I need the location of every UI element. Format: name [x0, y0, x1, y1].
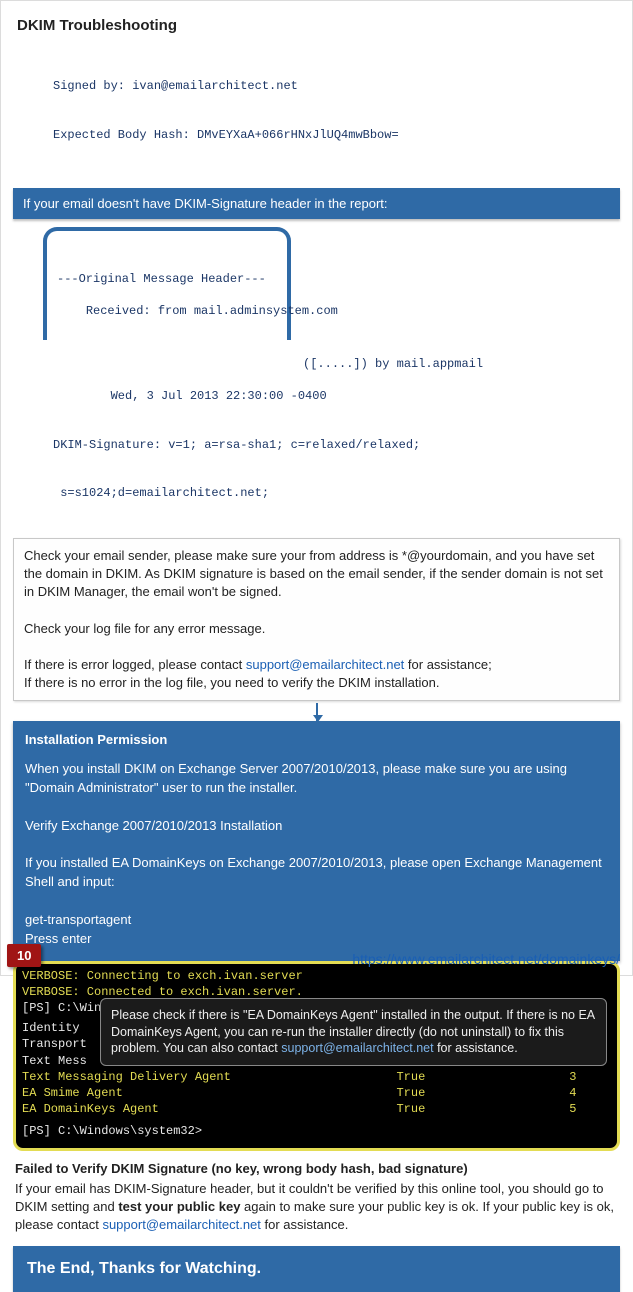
check-sender-panel: Check your email sender, please make sur… — [13, 538, 620, 702]
page-number-badge: 10 — [7, 944, 41, 967]
installation-permission-panel: Installation Permission When you install… — [13, 721, 620, 960]
support-email-link-3[interactable]: support@emailarchitect.net — [102, 1217, 260, 1232]
orig-header-l1: ---Original Message Header--- — [57, 271, 277, 287]
failed-verify-header: Failed to Verify DKIM Signature (no key,… — [15, 1161, 620, 1176]
original-message-header-frame: ---Original Message Header--- Received: … — [43, 227, 291, 340]
check-sender-p4: If there is no error in the log file, yo… — [24, 674, 609, 692]
terminal-callout: Please check if there is "EA DomainKeys … — [100, 998, 607, 1067]
term-row-delivery: Text Messaging Delivery Agent True 3 — [22, 1069, 611, 1085]
orig-header-l5: s=s1024;d=emailarchitect.net; — [53, 485, 610, 501]
orig-header-l2: Received: from mail.adminsystem.com — [86, 304, 338, 318]
check-sender-p3b: for assistance; — [404, 657, 491, 672]
expected-hash-line: Expected Body Hash: DMvEYXaA+066rHNxJlUQ… — [53, 127, 620, 143]
term-row-smime: EA Smime Agent True 4 — [22, 1085, 611, 1101]
signed-by-line: Signed by: ivan@emailarchitect.net — [53, 78, 620, 94]
install-p1: When you install DKIM on Exchange Server… — [25, 760, 608, 798]
support-email-link-1[interactable]: support@emailarchitect.net — [246, 657, 404, 672]
install-cmd: get-transportagent — [25, 911, 608, 930]
orig-header-l4: DKIM-Signature: v=1; a=rsa-sha1; c=relax… — [53, 437, 610, 453]
failed-p1c: for assistance. — [261, 1217, 348, 1232]
callout-text-2: for assistance. — [434, 1041, 518, 1055]
no-signature-header-bar: If your email doesn't have DKIM-Signatur… — [13, 188, 620, 219]
install-p3: If you installed EA DomainKeys on Exchan… — [25, 854, 608, 892]
signed-by-block: Signed by: ivan@emailarchitect.net Expec… — [13, 44, 620, 182]
flow-connector-icon — [316, 703, 318, 721]
page-title: DKIM Troubleshooting — [17, 17, 620, 34]
support-email-link-2[interactable]: support@emailarchitect.net — [281, 1041, 433, 1055]
check-sender-p2: Check your log file for any error messag… — [24, 620, 609, 638]
check-sender-p3a: If there is error logged, please contact — [24, 657, 246, 672]
orig-header-l2b: ([.....]) by mail.appmail — [296, 357, 483, 371]
failed-bold: test your public key — [118, 1199, 240, 1214]
end-bar: The End, Thanks for Watching. — [13, 1246, 620, 1292]
install-p2: Verify Exchange 2007/2010/2013 Installat… — [25, 817, 608, 836]
install-header: Installation Permission — [25, 731, 608, 750]
term-prompt-2: [PS] C:\Windows\system32> — [22, 1123, 611, 1139]
check-sender-p1: Check your email sender, please make sur… — [24, 547, 609, 602]
powershell-terminal: VERBOSE: Connecting to exch.ivan.server … — [13, 961, 620, 1151]
original-message-header-rest: ([.....]) by mail.appmail Wed, 3 Jul 201… — [43, 340, 620, 536]
term-row-domainkeys: EA DomainKeys Agent True 5 — [22, 1101, 611, 1117]
failed-verify-body: If your email has DKIM-Signature header,… — [13, 1180, 620, 1235]
footer-url-link[interactable]: https://www.emailarchitect.net/domainkey… — [352, 951, 620, 967]
orig-header-l3: Wed, 3 Jul 2013 22:30:00 -0400 — [53, 388, 610, 404]
